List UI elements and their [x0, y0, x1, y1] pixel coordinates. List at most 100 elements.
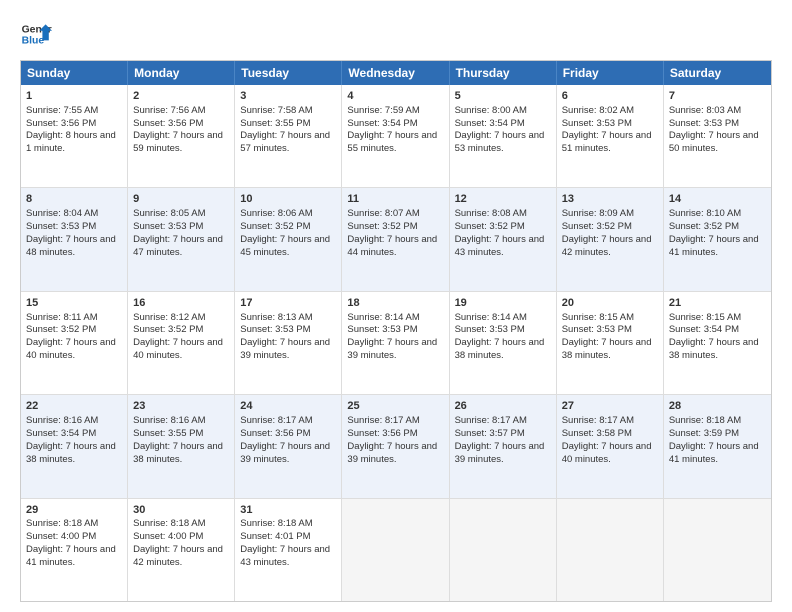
- sunset-text: Sunset: 3:55 PM: [240, 118, 310, 129]
- sunrise-text: Sunrise: 8:13 AM: [240, 312, 312, 323]
- day-cell-17: 17Sunrise: 8:13 AMSunset: 3:53 PMDayligh…: [235, 292, 342, 394]
- sunset-text: Sunset: 3:53 PM: [347, 324, 417, 335]
- day-cell-22: 22Sunrise: 8:16 AMSunset: 3:54 PMDayligh…: [21, 395, 128, 497]
- calendar-header: SundayMondayTuesdayWednesdayThursdayFrid…: [21, 61, 771, 85]
- daylight-text: Daylight: 7 hours and 55 minutes.: [347, 130, 437, 154]
- calendar-week-4: 29Sunrise: 8:18 AMSunset: 4:00 PMDayligh…: [21, 498, 771, 601]
- day-cell-18: 18Sunrise: 8:14 AMSunset: 3:53 PMDayligh…: [342, 292, 449, 394]
- daylight-text: Daylight: 7 hours and 42 minutes.: [562, 234, 652, 258]
- sunrise-text: Sunrise: 8:16 AM: [26, 415, 98, 426]
- sunset-text: Sunset: 3:52 PM: [133, 324, 203, 335]
- day-number: 6: [562, 89, 658, 104]
- sunrise-text: Sunrise: 7:56 AM: [133, 105, 205, 116]
- sunrise-text: Sunrise: 8:04 AM: [26, 208, 98, 219]
- sunrise-text: Sunrise: 8:16 AM: [133, 415, 205, 426]
- header: General Blue: [20, 18, 772, 50]
- day-cell-20: 20Sunrise: 8:15 AMSunset: 3:53 PM Dayligh…: [557, 292, 664, 394]
- sunrise-text: Sunrise: 8:18 AM: [240, 518, 312, 529]
- daylight-text: Daylight: 7 hours and 39 minutes.: [240, 441, 330, 465]
- sunset-text: Sunset: 3:52 PM: [562, 221, 632, 232]
- day-number: 23: [133, 399, 229, 414]
- daylight-text: Daylight: 7 hours and 38 minutes.: [455, 337, 545, 361]
- day-cell-12: 12Sunrise: 8:08 AMSunset: 3:52 PMDayligh…: [450, 188, 557, 290]
- daylight-text: Daylight: 7 hours and 50 minutes.: [669, 130, 759, 154]
- daylight-text: Daylight: 7 hours and 43 minutes.: [455, 234, 545, 258]
- sunset-text: Sunset: 3:53 PM: [455, 324, 525, 335]
- day-cell-27: 27Sunrise: 8:17 AMSunset: 3:58 PMDayligh…: [557, 395, 664, 497]
- day-cell-25: 25Sunrise: 8:17 AMSunset: 3:56 PMDayligh…: [342, 395, 449, 497]
- sunrise-text: Sunrise: 8:18 AM: [133, 518, 205, 529]
- calendar-week-2: 15Sunrise: 8:11 AM Sunset: 3:52 PM Dayligh…: [21, 291, 771, 394]
- sunset-text: Sunset: 3:53 PM: [133, 221, 203, 232]
- sunrise-text: Sunrise: 8:14 AM: [347, 312, 419, 323]
- day-number: 11: [347, 192, 443, 207]
- sunset-text: Sunset: 3:56 PM: [26, 118, 96, 129]
- day-number: 9: [133, 192, 229, 207]
- daylight-text: Daylight: 7 hours and 40 minutes.: [26, 337, 116, 361]
- daylight-text: Daylight: 7 hours and 38 minutes.: [26, 441, 116, 465]
- sunset-text: Sunset: 3:52 PM: [455, 221, 525, 232]
- day-cell-28: 28Sunrise: 8:18 AMSunset: 3:59 PMDayligh…: [664, 395, 771, 497]
- day-number: 7: [669, 89, 766, 104]
- daylight-text: Daylight: 7 hours and 40 minutes.: [562, 441, 652, 465]
- day-number: 14: [669, 192, 766, 207]
- sunrise-text: Sunrise: 8:11 AM: [26, 312, 98, 323]
- day-cell-4: 4Sunrise: 7:59 AMSunset: 3:54 PMDaylight…: [342, 85, 449, 187]
- sunset-text: Sunset: 4:00 PM: [26, 531, 96, 542]
- daylight-text: Daylight: 7 hours and 53 minutes.: [455, 130, 545, 154]
- day-cell-15: 15Sunrise: 8:11 AMSunset: 3:52 PMDayligh…: [21, 292, 128, 394]
- daylight-text: Daylight: 7 hours and 39 minutes.: [240, 337, 330, 361]
- day-cell-3: 3Sunrise: 7:58 AMSunset: 3:55 PMDaylight…: [235, 85, 342, 187]
- page: General Blue SundayMondayTuesdayWednesda…: [0, 0, 792, 612]
- calendar-body: 1Sunrise: 7:55 AMSunset: 3:56 PMDaylight…: [21, 85, 771, 601]
- day-number: 1: [26, 89, 122, 104]
- day-cell-30: 30Sunrise: 8:18 AMSunset: 4:00 PMDayligh…: [128, 499, 235, 601]
- sunrise-text: Sunrise: 8:09 AM: [562, 208, 634, 219]
- day-number: 13: [562, 192, 658, 207]
- day-cell-19: 19Sunrise: 8:14 AMSunset: 3:53 PMDayligh…: [450, 292, 557, 394]
- logo-icon: General Blue: [20, 18, 52, 50]
- sunrise-text: Sunrise: 8:18 AM: [669, 415, 741, 426]
- sunset-text: Sunset: 3:52 PM: [669, 221, 739, 232]
- sunrise-text: Sunrise: 8:17 AM: [240, 415, 312, 426]
- day-cell-5: 5Sunrise: 8:00 AMSunset: 3:54 PMDaylight…: [450, 85, 557, 187]
- sunset-text: Sunset: 3:53 PM: [562, 324, 632, 335]
- sunset-text: Sunset: 3:53 PM: [669, 118, 739, 129]
- day-number: 20: [562, 296, 658, 311]
- daylight-text: Daylight: 7 hours and 42 minutes.: [133, 544, 223, 568]
- sunrise-text: Sunrise: 7:59 AM: [347, 105, 419, 116]
- sunrise-text: Sunrise: 8:10 AM: [669, 208, 741, 219]
- sunset-text: Sunset: 3:54 PM: [455, 118, 525, 129]
- day-number: 16: [133, 296, 229, 311]
- sunrise-text: Sunrise: 7:58 AM: [240, 105, 312, 116]
- sunrise-text: Sunrise: 8:06 AM: [240, 208, 312, 219]
- sunset-text: Sunset: 3:58 PM: [562, 428, 632, 439]
- sunset-text: Sunset: 3:54 PM: [26, 428, 96, 439]
- svg-text:Blue: Blue: [22, 36, 45, 47]
- daylight-text: Daylight: 7 hours and 38 minutes.: [562, 337, 652, 361]
- day-cell-2: 2Sunrise: 7:56 AMSunset: 3:56 PMDaylight…: [128, 85, 235, 187]
- day-header-thursday: Thursday: [450, 61, 557, 85]
- day-number: 5: [455, 89, 551, 104]
- sunrise-text: Sunrise: 8:15 AM: [562, 312, 634, 323]
- sunset-text: Sunset: 3:57 PM: [455, 428, 525, 439]
- sunset-text: Sunset: 3:54 PM: [347, 118, 417, 129]
- day-number: 21: [669, 296, 766, 311]
- day-number: 18: [347, 296, 443, 311]
- day-number: 15: [26, 296, 122, 311]
- sunset-text: Sunset: 3:55 PM: [133, 428, 203, 439]
- sunrise-text: Sunrise: 8:03 AM: [669, 105, 741, 116]
- logo: General Blue: [20, 18, 52, 50]
- day-number: 27: [562, 399, 658, 414]
- day-cell-7: 7Sunrise: 8:03 AM Sunset: 3:53 PMDaylight…: [664, 85, 771, 187]
- day-number: 28: [669, 399, 766, 414]
- daylight-text: Daylight: 7 hours and 41 minutes.: [26, 544, 116, 568]
- day-number: 8: [26, 192, 122, 207]
- sunrise-text: Sunrise: 8:12 AM: [133, 312, 205, 323]
- empty-cell: [664, 499, 771, 601]
- calendar-week-1: 8Sunrise: 8:04 AM Sunset: 3:53 PM Daylight…: [21, 187, 771, 290]
- day-number: 12: [455, 192, 551, 207]
- sunrise-text: Sunrise: 8:07 AM: [347, 208, 419, 219]
- day-number: 25: [347, 399, 443, 414]
- sunset-text: Sunset: 4:00 PM: [133, 531, 203, 542]
